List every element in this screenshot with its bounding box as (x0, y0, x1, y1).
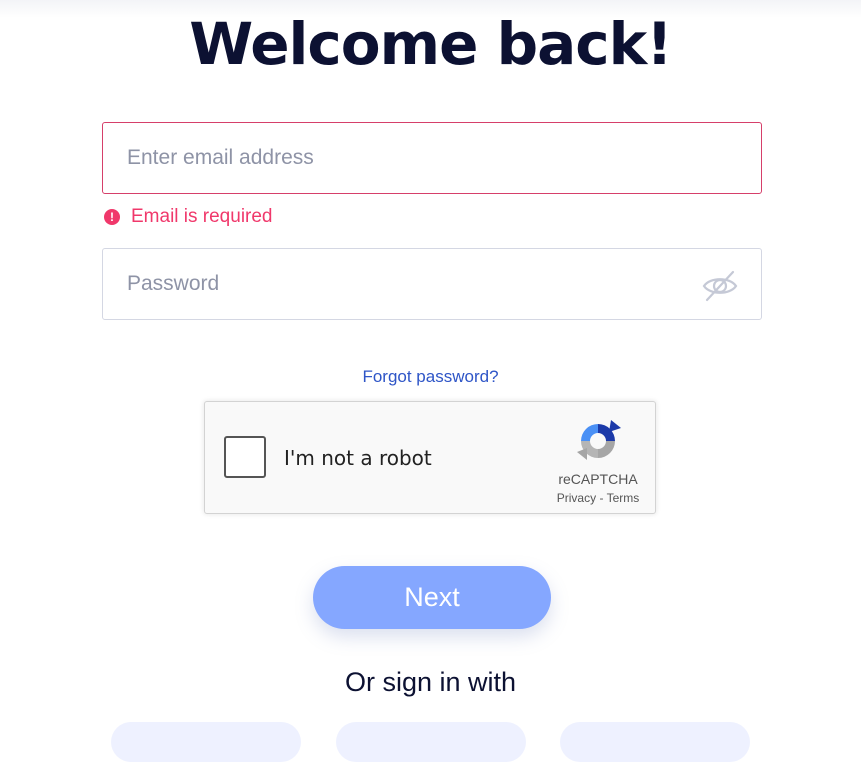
captcha-label: I'm not a robot (284, 446, 432, 470)
eye-off-icon[interactable] (701, 269, 739, 303)
password-field-wrapper (102, 248, 762, 320)
alert-circle-icon: ! (104, 209, 120, 225)
recaptcha-terms-link[interactable]: Terms (607, 491, 640, 505)
password-field[interactable] (103, 249, 761, 319)
social-signin-button-1[interactable] (111, 722, 301, 762)
recaptcha-logo-icon (577, 420, 621, 460)
page-title: Welcome back! (189, 10, 672, 78)
social-signin-button-3[interactable] (560, 722, 750, 762)
email-field[interactable] (103, 123, 761, 193)
captcha-checkbox[interactable] (224, 436, 266, 478)
recaptcha-privacy-link[interactable]: Privacy (557, 491, 596, 505)
email-error-text: Email is required (131, 206, 273, 227)
next-button[interactable]: Next (313, 566, 551, 629)
email-field-wrapper (102, 122, 762, 194)
recaptcha-brand: reCAPTCHA (558, 471, 638, 487)
recaptcha-link-separator: - (599, 491, 604, 505)
forgot-password-row: Forgot password? (0, 367, 861, 387)
social-signin-heading: Or sign in with (344, 667, 517, 697)
recaptcha-links: Privacy - Terms (545, 491, 651, 505)
recaptcha-widget: I'm not a robot reCAPTCHA Privacy - Term… (204, 401, 656, 514)
social-signin-button-2[interactable] (336, 722, 526, 762)
forgot-password-link[interactable]: Forgot password? (362, 367, 498, 386)
email-error-message: ! Email is required (104, 205, 273, 229)
